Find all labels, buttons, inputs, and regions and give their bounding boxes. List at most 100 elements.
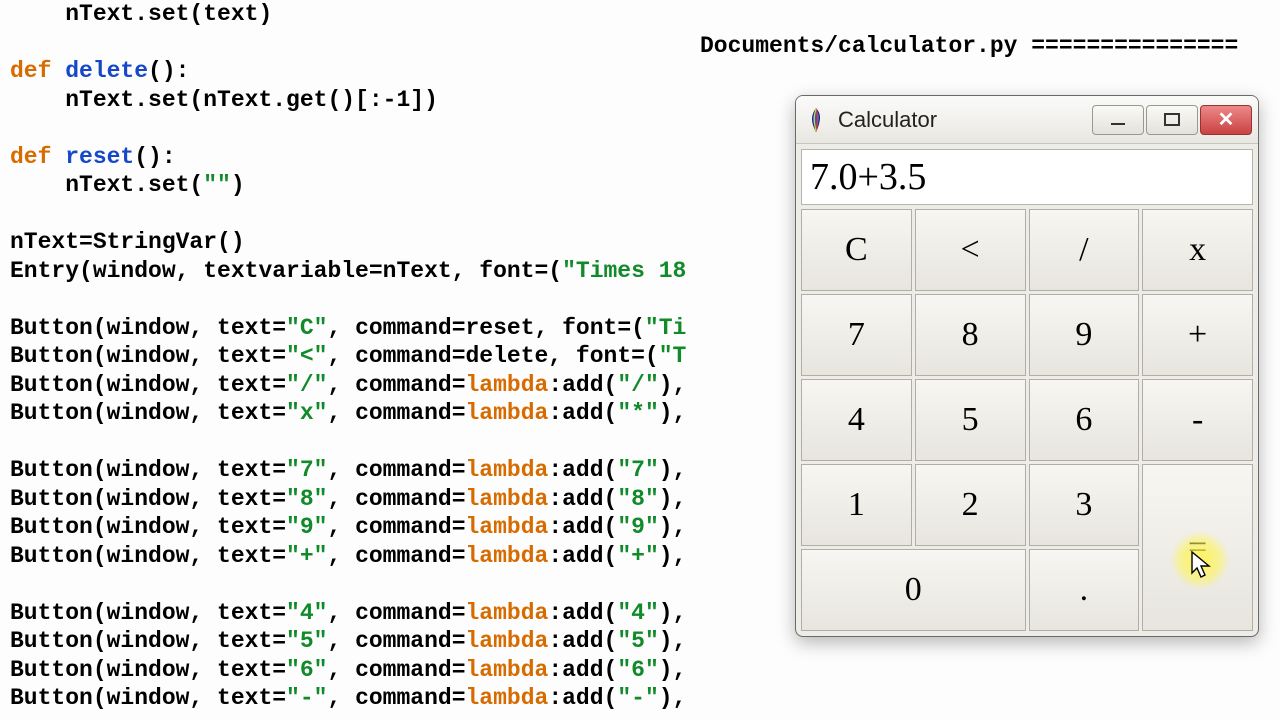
calculator-display[interactable]: 7.0+3.5 (801, 149, 1253, 205)
keyword-lambda: lambda (466, 400, 549, 426)
keyword-lambda: lambda (466, 457, 549, 483)
btn-multiply[interactable]: x (1142, 209, 1253, 291)
code-frag: :add( (548, 372, 617, 398)
btn-2[interactable]: 2 (915, 464, 1026, 546)
string-literal: "7" (286, 457, 327, 483)
code-frag: ), (659, 657, 687, 683)
string-literal: "5" (286, 628, 327, 654)
code-frag: , command= (327, 657, 465, 683)
window-controls: ✕ (1092, 105, 1252, 135)
btn-9[interactable]: 9 (1029, 294, 1140, 376)
btn-0[interactable]: 0 (801, 549, 1026, 631)
code-frag: :add( (548, 600, 617, 626)
code-frag: (): (134, 144, 175, 170)
btn-plus[interactable]: + (1142, 294, 1253, 376)
fn-name: reset (65, 144, 134, 170)
code-frag: ), (659, 685, 687, 711)
fn-name: delete (65, 58, 148, 84)
code-frag: Button(window, text= (10, 372, 286, 398)
btn-dot[interactable]: . (1029, 549, 1140, 631)
string-literal: "C" (286, 315, 327, 341)
btn-4[interactable]: 4 (801, 379, 912, 461)
btn-clear[interactable]: C (801, 209, 912, 291)
string-literal: "T (659, 343, 687, 369)
code-frag: , command= (327, 600, 465, 626)
string-literal: "*" (617, 400, 658, 426)
btn-equals[interactable]: = (1142, 464, 1253, 631)
code-frag: Button(window, text= (10, 457, 286, 483)
code-frag: ), (659, 514, 687, 540)
code-frag: , command=reset, font=( (327, 315, 644, 341)
keyword-lambda: lambda (466, 657, 549, 683)
string-literal: "9" (617, 514, 658, 540)
btn-5[interactable]: 5 (915, 379, 1026, 461)
code-line: nText.set(nText.get()[:-1]) (10, 87, 438, 113)
code-frag: nText.set( (10, 172, 203, 198)
btn-3[interactable]: 3 (1029, 464, 1140, 546)
code-frag: ), (659, 372, 687, 398)
close-button[interactable]: ✕ (1200, 105, 1252, 135)
btn-divide[interactable]: / (1029, 209, 1140, 291)
string-literal: "4" (286, 600, 327, 626)
code-frag: :add( (548, 400, 617, 426)
string-literal: "9" (286, 514, 327, 540)
code-editor[interactable]: nText.set(text) def delete(): nText.set(… (0, 0, 720, 713)
code-frag: , command= (327, 457, 465, 483)
code-frag: , command= (327, 486, 465, 512)
code-frag: Button(window, text= (10, 514, 286, 540)
string-literal: "-" (286, 685, 327, 711)
string-literal: "Ti (645, 315, 686, 341)
string-literal: "/" (617, 372, 658, 398)
code-frag: Button(window, text= (10, 343, 286, 369)
code-frag: ), (659, 486, 687, 512)
code-frag: :add( (548, 514, 617, 540)
code-frag: Button(window, text= (10, 685, 286, 711)
code-frag: Button(window, text= (10, 657, 286, 683)
code-frag: Button(window, text= (10, 486, 286, 512)
btn-8[interactable]: 8 (915, 294, 1026, 376)
tk-feather-icon (806, 107, 828, 135)
code-frag: ), (659, 628, 687, 654)
shell-output-header: Documents/calculator.py =============== (700, 33, 1238, 59)
code-line: nText.set(text) (10, 1, 272, 27)
code-frag: , command= (327, 685, 465, 711)
code-frag: ), (659, 543, 687, 569)
code-frag: , command= (327, 372, 465, 398)
btn-7[interactable]: 7 (801, 294, 912, 376)
string-literal: "+" (617, 543, 658, 569)
code-frag: :add( (548, 657, 617, 683)
calculator-keypad: C < / x 7 8 9 + 4 5 6 - 1 2 3 = 0 . (801, 209, 1253, 631)
string-literal: "8" (617, 486, 658, 512)
code-frag: , command= (327, 628, 465, 654)
keyword-lambda: lambda (466, 600, 549, 626)
code-line: nText=StringVar() (10, 229, 245, 255)
string-literal: "" (203, 172, 231, 198)
close-icon: ✕ (1218, 107, 1235, 132)
string-literal: "4" (617, 600, 658, 626)
maximize-button[interactable] (1146, 105, 1198, 135)
code-frag: , command= (327, 400, 465, 426)
btn-6[interactable]: 6 (1029, 379, 1140, 461)
string-literal: "7" (617, 457, 658, 483)
btn-minus[interactable]: - (1142, 379, 1253, 461)
string-literal: "8" (286, 486, 327, 512)
keyword-lambda: lambda (466, 685, 549, 711)
keyword-lambda: lambda (466, 486, 549, 512)
window-title: Calculator (838, 107, 1092, 133)
code-frag: ), (659, 400, 687, 426)
btn-back[interactable]: < (915, 209, 1026, 291)
code-frag: :add( (548, 685, 617, 711)
code-frag: :add( (548, 486, 617, 512)
code-frag: (): (148, 58, 189, 84)
keyword-def: def (10, 58, 65, 84)
code-frag: ) (231, 172, 245, 198)
btn-1[interactable]: 1 (801, 464, 912, 546)
code-frag: Entry(window, textvariable=nText, font=( (10, 258, 562, 284)
keyword-def: def (10, 144, 65, 170)
code-frag: , command=delete, font=( (327, 343, 658, 369)
code-frag: Button(window, text= (10, 315, 286, 341)
keyword-lambda: lambda (466, 628, 549, 654)
string-literal: "<" (286, 343, 327, 369)
minimize-button[interactable] (1092, 105, 1144, 135)
window-titlebar[interactable]: Calculator ✕ (796, 96, 1258, 144)
